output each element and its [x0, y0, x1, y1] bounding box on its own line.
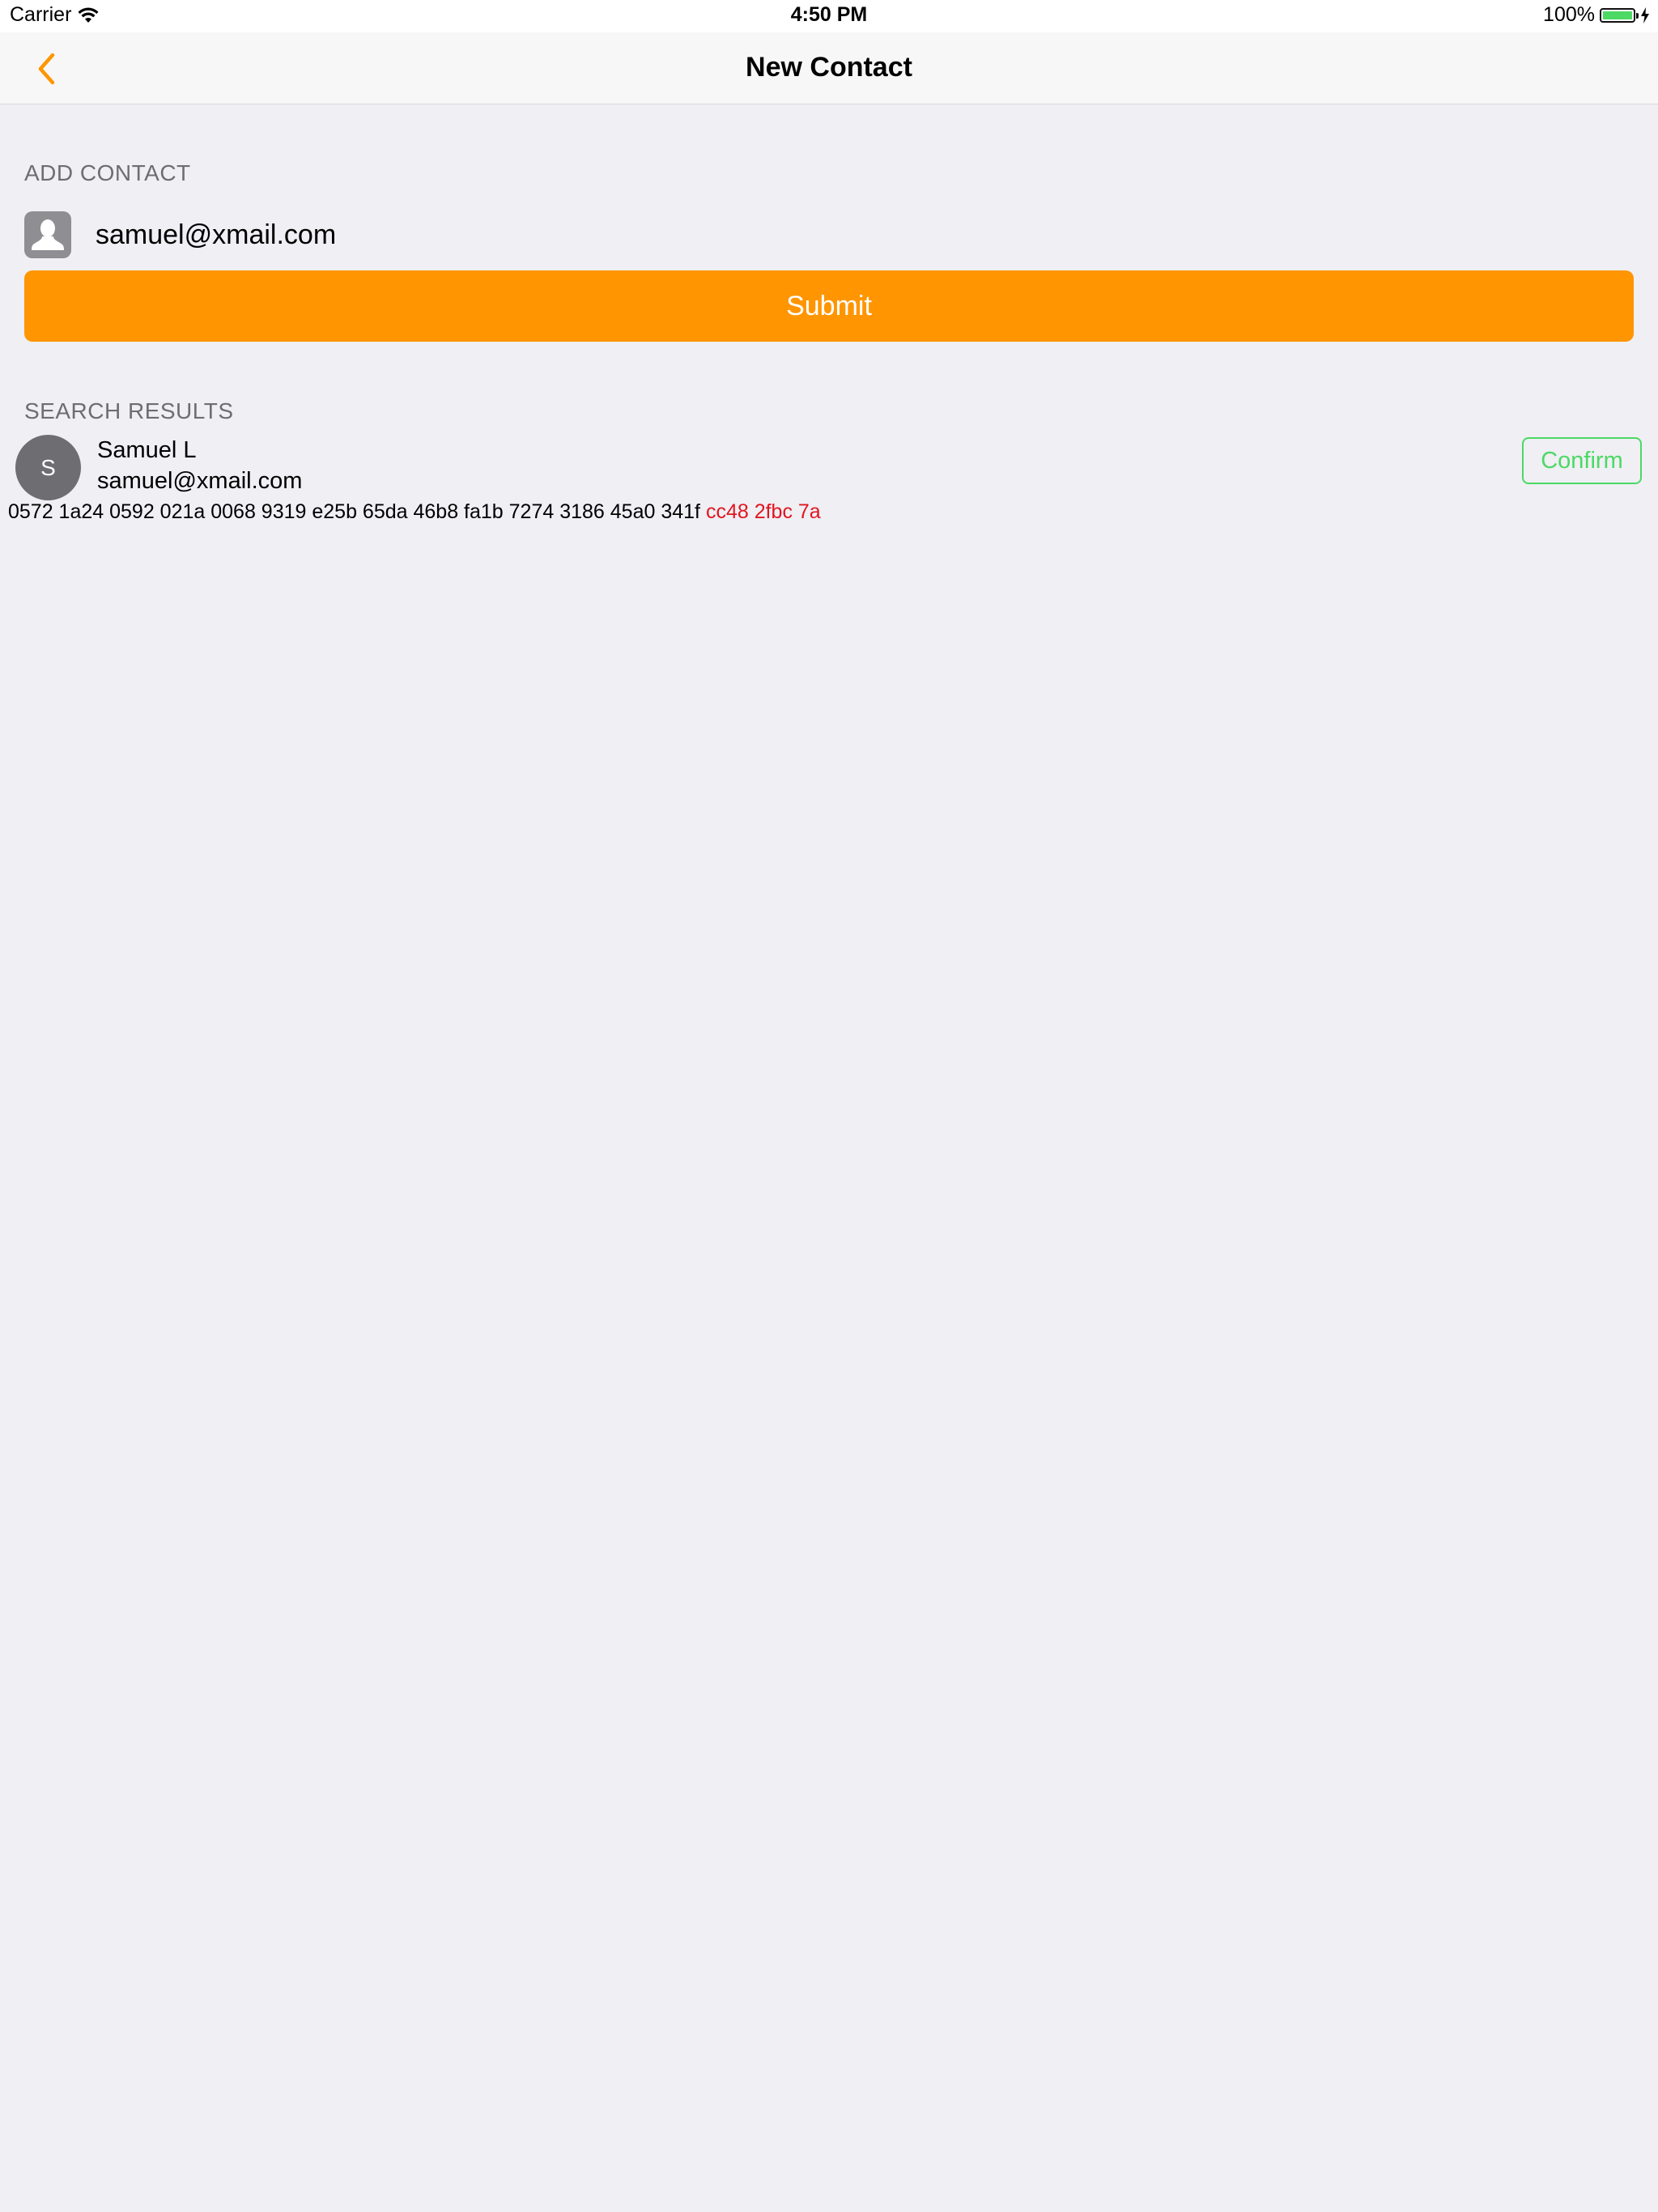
battery-level	[1603, 11, 1632, 19]
add-contact-header: ADD CONTACT	[24, 160, 191, 185]
confirm-button[interactable]: Confirm	[1522, 437, 1642, 484]
page-title: New Contact	[746, 52, 912, 83]
contact-email: samuel@xmail.com	[97, 468, 303, 494]
status-right: 100%	[1543, 3, 1650, 27]
status-time: 4:50 PM	[790, 3, 868, 26]
status-bar: Carrier 4:50 PM 100%	[0, 0, 1658, 32]
search-result-row: S Samuel L samuel@xmail.com 0572 1a24 05…	[0, 432, 1658, 530]
search-results-header: SEARCH RESULTS	[24, 398, 234, 423]
fingerprint-highlight: cc48 2fbc 7a	[705, 500, 821, 523]
battery-icon	[1600, 7, 1639, 23]
fingerprint-main: 0572 1a24 0592 021a 0068 9319 e25b 65da …	[8, 500, 700, 523]
contact-name: Samuel L	[97, 437, 197, 463]
battery-percent: 100%	[1543, 3, 1595, 26]
person-icon	[24, 211, 71, 258]
battery-tip	[1636, 12, 1639, 19]
person-silhouette	[32, 219, 64, 250]
key-fingerprint: 0572 1a24 0592 021a 0068 9319 e25b 65da …	[8, 500, 821, 524]
contact-input-row	[24, 209, 1635, 261]
navigation-bar: New Contact	[0, 32, 1658, 104]
charging-bolt-icon	[1641, 6, 1649, 23]
submit-button[interactable]: Submit	[24, 270, 1634, 342]
avatar: S	[15, 435, 81, 500]
email-input[interactable]	[96, 219, 1553, 251]
